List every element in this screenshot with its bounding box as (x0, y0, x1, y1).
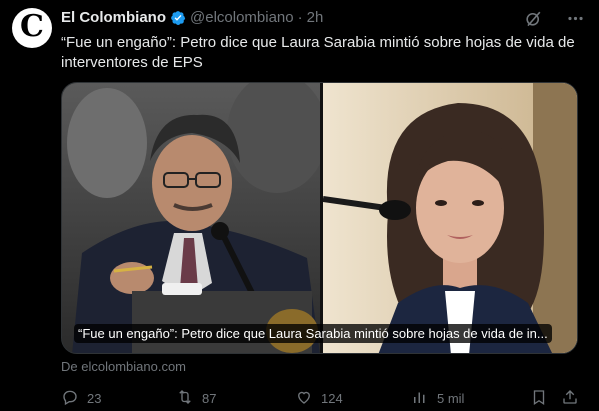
verified-badge-icon[interactable] (170, 10, 186, 26)
grok-icon[interactable] (523, 8, 543, 28)
top-actions (523, 8, 585, 28)
tweet-text: “Fue un engaño”: Petro dice que Laura Sa… (61, 34, 575, 71)
views-count: 5 mil (437, 391, 465, 406)
link-card[interactable]: “Fue un engaño”: Petro dice que Laura Sa… (61, 82, 578, 354)
tweet-time[interactable]: 2h (307, 9, 324, 26)
views-icon (411, 388, 429, 409)
reply-icon (61, 388, 79, 409)
like-count: 124 (321, 391, 343, 406)
bookmark-button[interactable] (530, 388, 548, 409)
card-image-left (62, 83, 327, 353)
retweet-button[interactable]: 87 (176, 388, 216, 409)
reply-button[interactable]: 23 (61, 388, 101, 409)
retweet-count: 87 (202, 391, 217, 406)
card-source-link[interactable]: De elcolombiano.com (61, 359, 186, 374)
author-handle[interactable]: @elcolombiano (190, 9, 294, 26)
tweet[interactable]: C El Colombiano @elcolombiano · 2h “Fue … (0, 0, 599, 411)
separator-dot: · (297, 9, 303, 26)
author-name[interactable]: El Colombiano (61, 9, 166, 26)
card-caption[interactable]: “Fue un engaño”: Petro dice que Laura Sa… (74, 324, 552, 343)
views-button[interactable]: 5 mil (411, 388, 464, 409)
avatar[interactable]: C (12, 8, 52, 48)
like-icon (295, 388, 313, 409)
share-icon (561, 388, 579, 409)
more-options-icon[interactable] (565, 8, 585, 28)
share-button[interactable] (561, 388, 579, 409)
card-image-right (322, 83, 577, 353)
retweet-icon (176, 388, 194, 409)
tweet-actions: 23 87 124 5 mil (61, 388, 581, 408)
avatar-logo: C (20, 9, 44, 44)
reply-count: 23 (87, 391, 102, 406)
tweet-header: El Colombiano @elcolombiano · 2h (61, 9, 323, 26)
like-button[interactable]: 124 (295, 388, 343, 409)
bookmark-icon (530, 388, 548, 409)
